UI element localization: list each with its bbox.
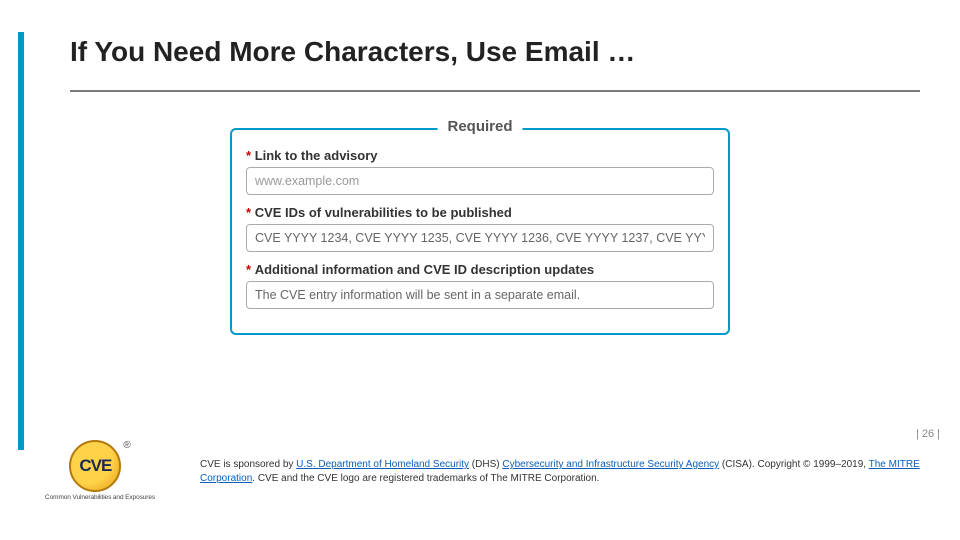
form-legend: Required [437, 118, 522, 135]
title-divider [70, 90, 920, 92]
required-asterisk: * [246, 262, 251, 277]
cve-logo-mark: CVE [69, 440, 121, 492]
input-link-advisory[interactable] [246, 167, 714, 195]
footer-text: CVE is sponsored by U.S. Department of H… [200, 458, 920, 485]
link-cisa[interactable]: Cybersecurity and Infrastructure Securit… [502, 459, 719, 470]
slide-title: If You Need More Characters, Use Email … [70, 36, 635, 68]
label-link-advisory: * Link to the advisory [246, 148, 714, 163]
accent-bar [18, 32, 24, 450]
required-form: Required * Link to the advisory * CVE ID… [230, 128, 730, 335]
label-cve-ids: * CVE IDs of vulnerabilities to be publi… [246, 205, 714, 220]
required-asterisk: * [246, 205, 251, 220]
input-cve-ids[interactable] [246, 224, 714, 252]
cve-logo: CVE® Common Vulnerabilities and Exposure… [40, 440, 160, 501]
label-additional-info: * Additional information and CVE ID desc… [246, 262, 714, 277]
required-asterisk: * [246, 148, 251, 163]
textarea-additional-info[interactable]: The CVE entry information will be sent i… [246, 281, 714, 309]
page-number: | 26 | [916, 428, 940, 440]
link-dhs[interactable]: U.S. Department of Homeland Security [296, 459, 469, 470]
field-additional-info: * Additional information and CVE ID desc… [246, 262, 714, 309]
field-cve-ids: * CVE IDs of vulnerabilities to be publi… [246, 205, 714, 252]
field-link-advisory: * Link to the advisory [246, 148, 714, 195]
cve-logo-subtitle: Common Vulnerabilities and Exposures [40, 494, 160, 501]
registered-mark: ® [123, 440, 130, 451]
